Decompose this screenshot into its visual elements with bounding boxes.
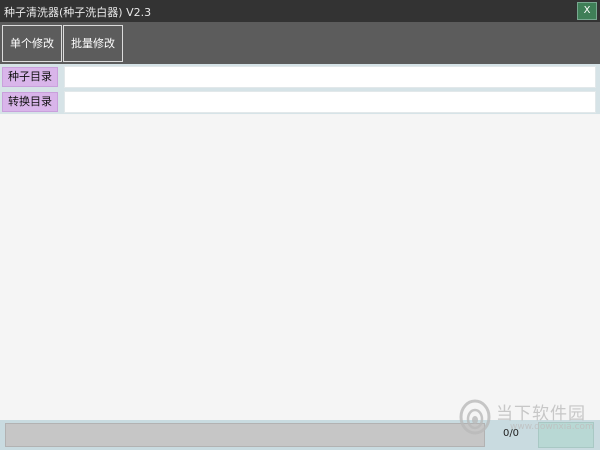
seed-directory-input[interactable] <box>64 66 596 88</box>
toolbar: 单个修改 批量修改 <box>0 22 600 64</box>
seed-directory-button[interactable]: 种子目录 <box>2 67 58 87</box>
progress-bar <box>5 423 485 447</box>
start-button[interactable] <box>538 422 594 448</box>
seed-directory-row: 种子目录 <box>0 64 600 89</box>
status-bar: 0/0 <box>0 420 600 450</box>
progress-count: 0/0 <box>502 428 520 439</box>
convert-directory-row: 转换目录 <box>0 89 600 114</box>
window-title: 种子清洗器(种子洗白器) V2.3 <box>4 6 152 19</box>
batch-edit-button[interactable]: 批量修改 <box>63 25 123 62</box>
log-area <box>0 115 600 420</box>
close-button[interactable]: X <box>577 2 597 20</box>
convert-directory-input[interactable] <box>64 91 596 113</box>
convert-directory-button[interactable]: 转换目录 <box>2 92 58 112</box>
single-edit-button[interactable]: 单个修改 <box>2 25 62 62</box>
title-bar: 种子清洗器(种子洗白器) V2.3 X <box>0 0 600 22</box>
